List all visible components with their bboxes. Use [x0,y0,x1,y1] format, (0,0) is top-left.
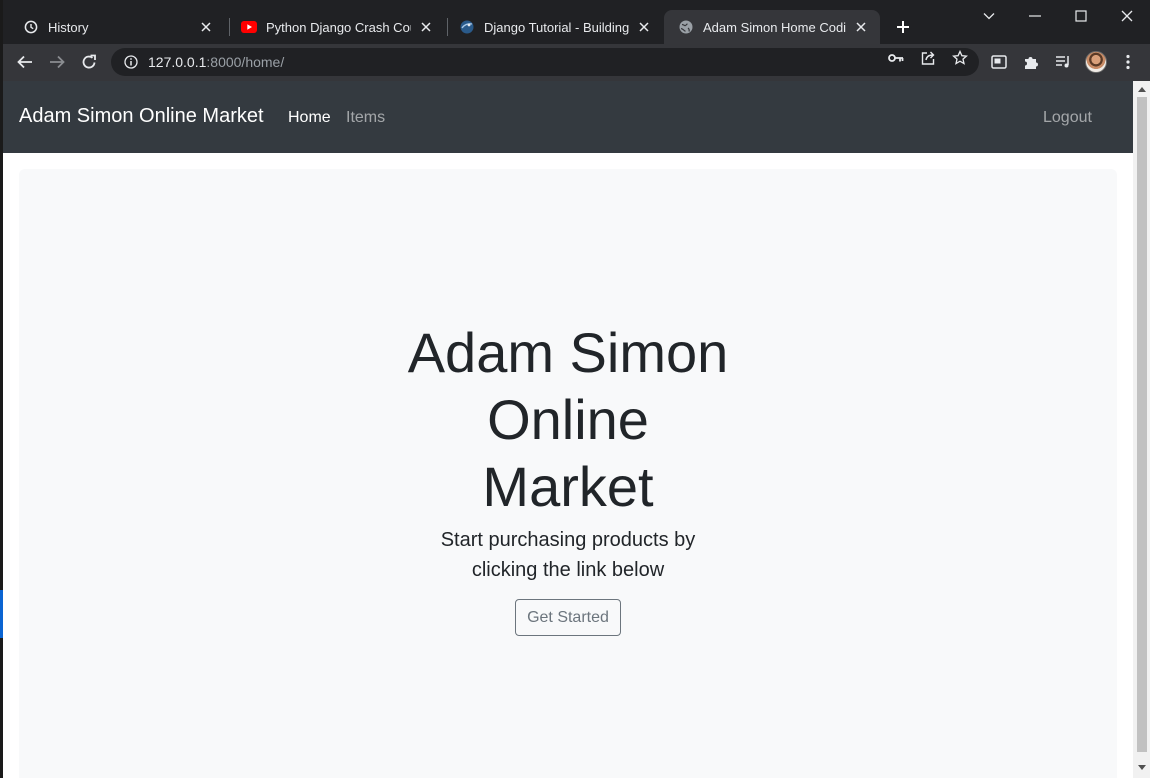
hero-title-line: Online [487,388,649,451]
share-icon[interactable] [920,50,936,66]
hero-title: Adam Simon Online Market [399,319,737,520]
browser-window: History Python Django Crash Course Djang… [3,0,1150,778]
nav-link-items[interactable]: Items [346,109,385,127]
url-text: 127.0.0.1:8000/home/ [148,54,284,70]
browser-toolbar: 127.0.0.1:8000/home/ [3,44,1150,81]
tab-adam-simon-home[interactable]: Adam Simon Home Coding [664,10,880,44]
kebab-menu-icon[interactable] [1118,52,1138,72]
hero-title-line: Market [482,455,654,518]
tab-django-tutorial[interactable]: Django Tutorial - Building a M [445,10,663,44]
close-window-icon[interactable] [1104,0,1150,32]
tab-history[interactable]: History [9,10,225,44]
hero-lead: Start purchasing products by clicking th… [424,525,712,585]
navbar-brand[interactable]: Adam Simon Online Market [19,105,264,128]
url-host: 127.0.0.1 [148,54,207,70]
maximize-icon[interactable] [1058,0,1104,32]
media-queue-icon[interactable] [1053,52,1073,72]
forward-icon[interactable] [43,48,71,76]
site-favicon-icon [459,19,475,35]
hero-lead-line: Start purchasing products by [440,529,696,551]
tab-title: Python Django Crash Course [266,19,411,35]
url-path: :8000/home/ [206,54,285,70]
site-info-icon[interactable] [123,54,139,70]
page-scrollbar[interactable] [1133,81,1150,778]
address-bar[interactable]: 127.0.0.1:8000/home/ [111,48,979,76]
close-tab-icon[interactable] [417,18,435,36]
tab-title: Adam Simon Home Coding [703,19,846,35]
tab-title: History [48,19,89,35]
key-icon[interactable] [888,50,904,66]
hero-jumbotron: Adam Simon Online Market Start purchasin… [19,169,1117,778]
youtube-icon [241,19,257,35]
reload-icon[interactable] [75,48,103,76]
tab-youtube[interactable]: Python Django Crash Course [227,10,445,44]
site-navbar: Adam Simon Online Market Home Items Logo… [3,81,1133,153]
scrollbar-thumb[interactable] [1137,97,1147,752]
page-viewport: Adam Simon Online Market Home Items Logo… [3,81,1133,778]
scroll-up-icon[interactable] [1137,84,1147,94]
tab-strip: History Python Django Crash Course Djang… [3,0,1150,44]
close-tab-icon[interactable] [635,18,653,36]
back-icon[interactable] [11,48,39,76]
minimize-icon[interactable] [1012,0,1058,32]
close-tab-icon[interactable] [197,18,215,36]
close-tab-icon[interactable] [852,18,870,36]
globe-icon [678,19,694,35]
picture-in-picture-icon[interactable] [989,52,1009,72]
profile-avatar[interactable] [1085,51,1107,73]
scroll-down-icon[interactable] [1137,762,1147,772]
bookmark-star-icon[interactable] [952,50,968,66]
tab-search-chevron-icon[interactable] [966,0,1012,32]
history-icon [23,19,39,35]
new-tab-icon[interactable] [892,16,914,38]
tab-title: Django Tutorial - Building a M [484,19,629,35]
nav-link-logout[interactable]: Logout [1043,109,1092,127]
hero-lead-line: clicking the link below [471,559,665,581]
extensions-puzzle-icon[interactable] [1021,52,1041,72]
nav-link-home[interactable]: Home [288,109,331,127]
get-started-button[interactable]: Get Started [515,599,621,636]
hero-title-line: Adam Simon [407,321,729,384]
